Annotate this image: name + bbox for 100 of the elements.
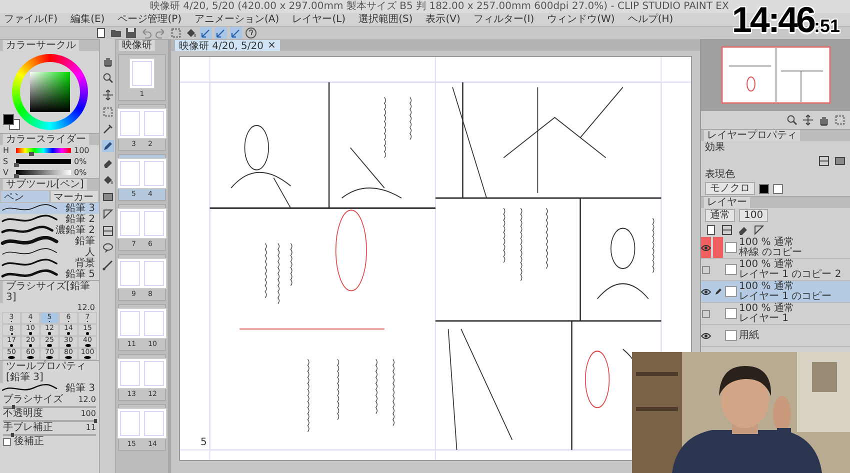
panel-tab[interactable]: サブツール[ペン]: [3, 179, 87, 190]
clock-seconds: :51: [814, 17, 840, 35]
magnifier-icon[interactable]: [786, 114, 798, 126]
dashed-square-icon[interactable]: [102, 106, 114, 118]
move-icon[interactable]: [102, 89, 114, 101]
visibility-toggle[interactable]: [702, 310, 710, 318]
pen-icon: [714, 287, 722, 296]
layer-row[interactable]: 100 % 通常 レイヤー 1 のコピー: [701, 281, 850, 303]
panel-tab[interactable]: 映像研: [119, 40, 155, 51]
menu-item[interactable]: アニメーション(A): [194, 13, 280, 26]
brush-item[interactable]: 鉛筆 3: [0, 203, 99, 214]
close-button[interactable]: ×: [267, 40, 276, 51]
panel-tab[interactable]: ツールプロパティ[鉛筆 3]: [3, 361, 99, 383]
page-icon[interactable]: [95, 27, 107, 39]
color-mode-dropdown[interactable]: モノクロ: [705, 182, 755, 195]
eraser-icon[interactable]: [737, 224, 749, 236]
hand-icon[interactable]: [102, 55, 114, 67]
document-tab[interactable]: 映像研 4/20, 5/20 ×: [175, 40, 280, 51]
balloon-icon[interactable]: [102, 242, 114, 254]
brush-name: 鉛筆 5: [65, 269, 95, 280]
ruler-icon[interactable]: [102, 259, 114, 271]
slider-thumb[interactable]: [12, 404, 16, 408]
slider-thumb[interactable]: [14, 163, 19, 167]
pen-icon[interactable]: [102, 140, 114, 152]
eraser-icon[interactable]: [102, 157, 114, 169]
layer-row[interactable]: 100 % 通常 レイヤー 1: [701, 303, 850, 325]
eyedropper-icon[interactable]: [102, 123, 114, 135]
menu-item[interactable]: ヘルプ(H): [628, 13, 674, 26]
eye-icon[interactable]: [701, 244, 711, 252]
main-color-swatch[interactable]: [3, 114, 14, 125]
layer-thumbnail: [725, 308, 737, 319]
checkbox[interactable]: [3, 438, 11, 446]
slider-value: 0%: [74, 167, 88, 178]
magnifier-icon[interactable]: [102, 72, 114, 84]
visibility-toggle[interactable]: [702, 266, 710, 274]
dashed-square-icon[interactable]: [170, 27, 182, 39]
brush-name: 背景: [75, 258, 95, 269]
brush-name: 濃鉛筆 2: [55, 225, 95, 236]
menu-item[interactable]: ページ管理(P): [118, 13, 182, 26]
hand-icon[interactable]: [818, 114, 830, 126]
color-wheel[interactable]: [12, 54, 88, 130]
eye-icon[interactable]: [701, 332, 711, 340]
page-icon[interactable]: [705, 224, 717, 236]
frame-icon[interactable]: [818, 155, 830, 167]
slider-track[interactable]: [16, 170, 71, 175]
brush-name: 鉛筆 3: [65, 383, 95, 394]
layer-row[interactable]: 用紙: [701, 325, 850, 347]
shape-icon[interactable]: [102, 208, 114, 220]
tool-group-tab[interactable]: ペン: [0, 190, 50, 203]
bucket-icon[interactable]: [185, 27, 197, 39]
brush-name: 鉛筆 2: [65, 214, 95, 225]
ruler-pen-icon[interactable]: [230, 27, 242, 39]
brush-item[interactable]: 人: [0, 247, 99, 258]
panel-tab[interactable]: レイヤー: [704, 197, 750, 208]
brush-item[interactable]: 濃鉛筆 2: [0, 225, 99, 236]
menu-item[interactable]: フィルター(I): [473, 13, 534, 26]
move-icon[interactable]: [802, 114, 814, 126]
color-swatch[interactable]: [773, 184, 783, 194]
menu-item[interactable]: ウィンドウ(W): [547, 13, 615, 26]
shape-icon[interactable]: [753, 224, 765, 236]
layer-row[interactable]: 100 % 通常 枠線 のコピー: [701, 237, 850, 259]
blend-mode-dropdown[interactable]: 通常: [705, 209, 735, 222]
slider-thumb[interactable]: [11, 432, 14, 436]
panel-tab[interactable]: ブラシサイズ[鉛筆 3]: [3, 281, 99, 303]
panel-tab[interactable]: カラーサークル: [3, 40, 79, 51]
slider-thumb[interactable]: [94, 418, 97, 422]
opacity-value[interactable]: 100: [739, 209, 768, 222]
property-label: 手ブレ補正: [3, 422, 54, 432]
ruler-pen-icon[interactable]: [200, 27, 212, 39]
slider-thumb[interactable]: [29, 152, 34, 156]
menu-item[interactable]: レイヤー(L): [292, 13, 346, 26]
brush-item[interactable]: 鉛筆: [0, 236, 99, 247]
panel-tab[interactable]: カラースライダー: [3, 134, 89, 145]
slider-value: 100: [74, 145, 90, 156]
menu-item[interactable]: 選択範囲(S): [358, 13, 413, 26]
color-swatch[interactable]: [759, 184, 769, 194]
brush-item[interactable]: 背景: [0, 258, 99, 269]
eye-icon[interactable]: [701, 288, 711, 296]
slider-label: H: [3, 145, 10, 156]
ruler-pen-icon[interactable]: [215, 27, 227, 39]
menu-item[interactable]: ファイル(F): [4, 13, 58, 26]
bucket-icon[interactable]: [102, 174, 114, 186]
tool-group-tab[interactable]: マーカー: [50, 190, 99, 203]
brush-stroke-icon: [0, 225, 56, 236]
frame-icon[interactable]: [102, 225, 114, 237]
frame-icon[interactable]: [721, 224, 733, 236]
dashed-square-icon[interactable]: [834, 114, 846, 126]
help-icon[interactable]: [245, 27, 257, 39]
navigator-preview[interactable]: [720, 46, 830, 104]
gradient-icon[interactable]: [834, 155, 846, 167]
menu-item[interactable]: 表示(V): [426, 13, 460, 26]
slider-track[interactable]: [16, 159, 71, 164]
brush-item[interactable]: 鉛筆 5: [0, 269, 99, 280]
panel-tab[interactable]: レイヤープロパティ: [704, 130, 800, 141]
brush-item[interactable]: 鉛筆 2: [0, 214, 99, 225]
slider-track[interactable]: [16, 148, 71, 153]
brush-name: 鉛筆 3: [65, 203, 95, 214]
gradient-icon[interactable]: [102, 191, 114, 203]
slider-thumb[interactable]: [14, 174, 19, 178]
menu-item[interactable]: 編集(E): [70, 13, 105, 26]
